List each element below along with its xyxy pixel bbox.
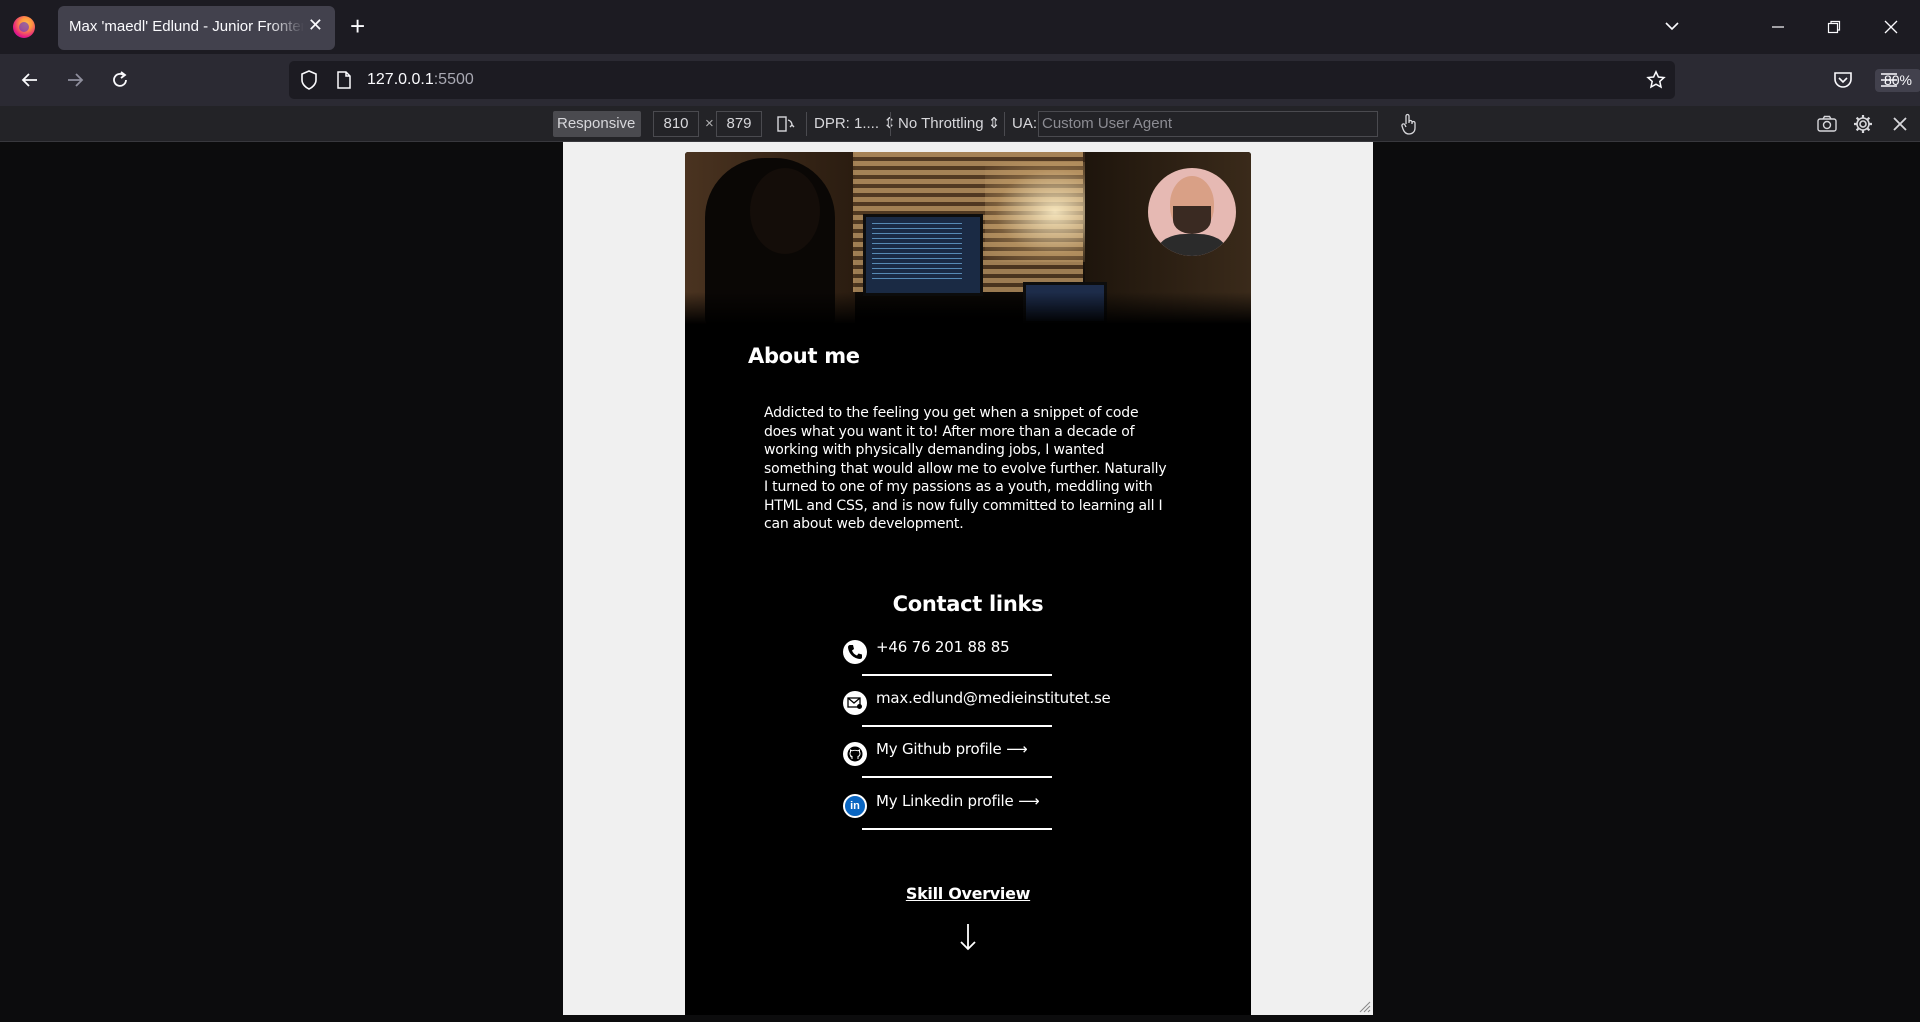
close-tab-icon[interactable]: ✕ bbox=[308, 16, 323, 36]
pocket-icon[interactable] bbox=[1830, 67, 1856, 93]
new-tab-button[interactable]: + bbox=[350, 12, 365, 40]
settings-gear-icon[interactable] bbox=[1850, 111, 1876, 137]
dpr-selector[interactable]: DPR: 1.... ⇕ bbox=[810, 111, 900, 137]
device-viewport: About me Addicted to the feeling you get… bbox=[563, 142, 1373, 1015]
skill-overview-link[interactable]: Skill Overview bbox=[685, 884, 1251, 903]
monitor-graphic bbox=[863, 214, 983, 296]
screenshot-camera-icon[interactable] bbox=[1814, 111, 1840, 137]
bookmark-star-icon[interactable] bbox=[1643, 67, 1669, 93]
hamburger-menu-icon[interactable] bbox=[1876, 67, 1902, 93]
back-arrow-icon[interactable] bbox=[17, 67, 43, 93]
tab-title: Max 'maedl' Edlund - Junior Frontend Dev… bbox=[69, 18, 304, 35]
forward-arrow-icon[interactable] bbox=[62, 67, 88, 93]
active-tab[interactable]: Max 'maedl' Edlund - Junior Frontend Dev… bbox=[58, 6, 335, 50]
contact-heading: Contact links bbox=[892, 592, 1044, 616]
github-icon bbox=[843, 742, 867, 766]
linkedin-icon: in bbox=[843, 794, 867, 818]
restore-icon[interactable] bbox=[1819, 14, 1849, 40]
contact-divider bbox=[862, 674, 1052, 676]
contact-divider bbox=[862, 776, 1052, 778]
avatar bbox=[1148, 168, 1236, 256]
url-bar[interactable]: 127.0.0.1:5500 80% bbox=[289, 61, 1920, 99]
viewport-width-input[interactable]: 810 bbox=[653, 111, 699, 137]
touch-simulation-icon[interactable] bbox=[1396, 111, 1422, 137]
shield-icon[interactable] bbox=[296, 67, 322, 93]
rotate-device-icon[interactable] bbox=[772, 111, 798, 137]
contact-email-link[interactable]: max.edlund@medieinstitutet.se bbox=[843, 685, 1111, 719]
contact-phone-link[interactable]: +46 76 201 88 85 bbox=[843, 634, 1103, 668]
close-window-icon[interactable] bbox=[1876, 14, 1906, 40]
viewport-height-input[interactable]: 879 bbox=[716, 111, 762, 137]
email-icon bbox=[843, 691, 867, 715]
throttling-selector[interactable]: No Throttling ⇕ bbox=[894, 111, 1004, 137]
resize-handle-icon[interactable] bbox=[1357, 999, 1371, 1013]
ua-label: UA: bbox=[1012, 115, 1038, 132]
hero-image bbox=[685, 152, 1251, 324]
navigation-toolbar: 127.0.0.1:5500 80% bbox=[0, 54, 1920, 106]
contact-divider bbox=[862, 725, 1052, 727]
minimize-icon[interactable] bbox=[1763, 14, 1793, 40]
reload-icon[interactable] bbox=[107, 67, 133, 93]
firefox-logo-icon bbox=[13, 16, 35, 38]
device-selector[interactable]: Responsive ⇕ bbox=[553, 111, 641, 158]
contact-divider bbox=[862, 828, 1052, 830]
profile-card: About me Addicted to the feeling you get… bbox=[685, 152, 1251, 1015]
down-arrow-icon[interactable] bbox=[957, 922, 979, 952]
page-icon[interactable] bbox=[331, 67, 357, 93]
contact-linkedin-link[interactable]: in My Linkedin profile ⟶ bbox=[843, 788, 1103, 822]
contact-github-link[interactable]: My Github profile ⟶ bbox=[843, 736, 1103, 770]
tab-strip: Max 'maedl' Edlund - Junior Frontend Dev… bbox=[0, 0, 1920, 54]
chevron-down-icon[interactable] bbox=[1664, 18, 1680, 34]
responsive-design-toolbar: Responsive ⇕ 810 × 879 DPR: 1.... ⇕ No T… bbox=[0, 106, 1920, 158]
about-heading: About me bbox=[748, 344, 860, 368]
url-text[interactable]: 127.0.0.1:5500 bbox=[367, 71, 474, 89]
phone-icon bbox=[843, 640, 867, 664]
close-rdm-icon[interactable] bbox=[1887, 111, 1913, 137]
about-paragraph: Addicted to the feeling you get when a s… bbox=[764, 405, 1167, 532]
user-agent-input[interactable]: Custom User Agent bbox=[1038, 111, 1378, 137]
